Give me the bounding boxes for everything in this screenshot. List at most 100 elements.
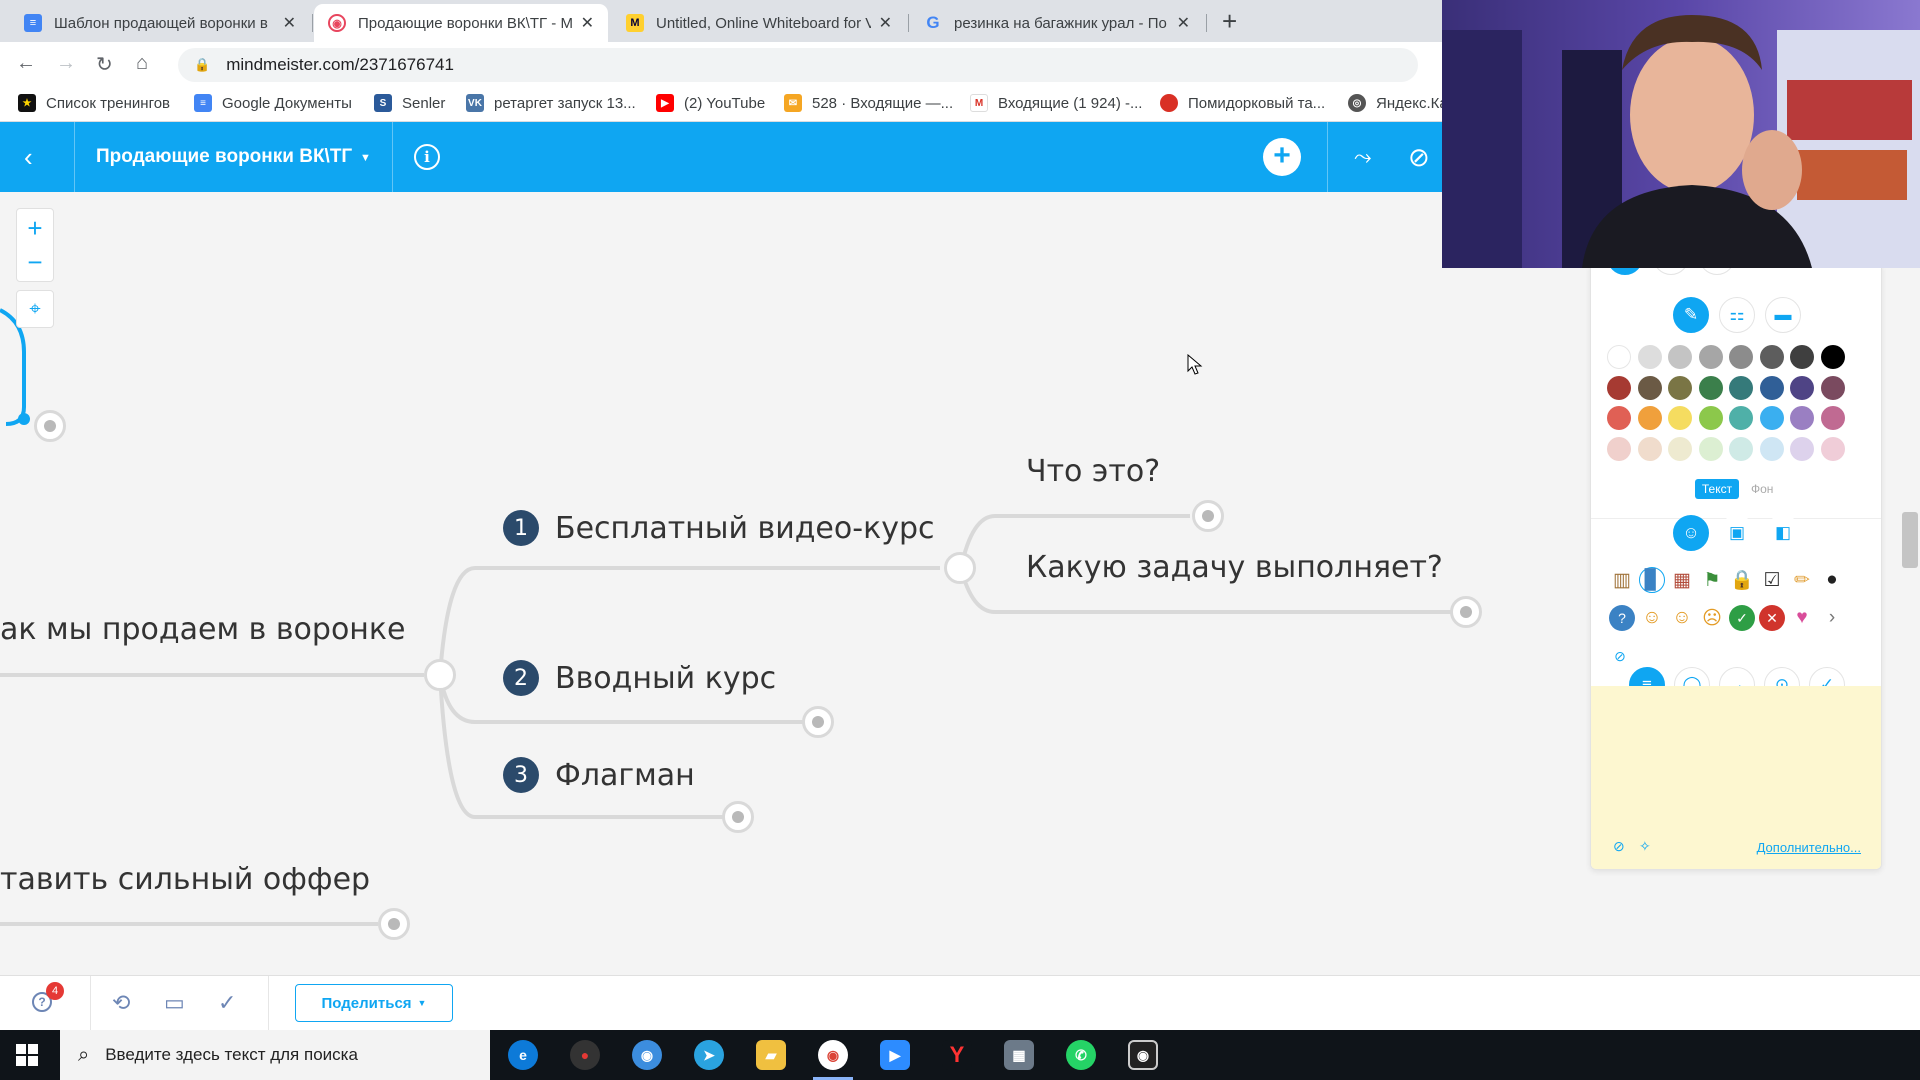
calculator-icon[interactable]: ▦ bbox=[1004, 1040, 1034, 1070]
map-title[interactable]: Продающие воронки ВК\ТГ bbox=[96, 146, 352, 168]
home-icon[interactable]: ⌂ bbox=[136, 52, 148, 75]
heart-icon[interactable]: ♥ bbox=[1789, 605, 1815, 631]
color-swatch[interactable] bbox=[1607, 345, 1631, 369]
color-swatch[interactable] bbox=[1790, 345, 1814, 369]
color-swatch[interactable] bbox=[1668, 375, 1692, 400]
topic-what-is-it[interactable]: Что это? bbox=[1026, 454, 1160, 489]
color-swatch[interactable] bbox=[1698, 406, 1723, 430]
color-swatch[interactable] bbox=[1668, 345, 1692, 369]
color-swatch[interactable] bbox=[1820, 375, 1845, 400]
share-button[interactable]: Поделиться ▼ bbox=[295, 984, 453, 1022]
telegram-icon[interactable]: ➤ bbox=[694, 1040, 724, 1070]
reload-icon[interactable]: ↻ bbox=[96, 52, 113, 77]
cross-icon[interactable]: ✕ bbox=[1759, 605, 1785, 631]
browser-tab-mindmeister[interactable]: ◉ Продающие воронки ВК\ТГ - М ✕ bbox=[314, 4, 608, 42]
zoom-icon[interactable]: ▶ bbox=[880, 1040, 910, 1070]
app-icon[interactable]: ● bbox=[570, 1040, 600, 1070]
color-swatch[interactable] bbox=[1607, 375, 1631, 400]
bookmark-google-docs[interactable]: ≡ Google Документы bbox=[194, 94, 352, 112]
windows-start-icon[interactable] bbox=[16, 1044, 38, 1066]
background-color-tab[interactable]: Фон bbox=[1751, 479, 1773, 499]
info-icon[interactable]: i bbox=[414, 144, 440, 170]
question-icon[interactable]: ? bbox=[1609, 605, 1635, 631]
color-swatch[interactable] bbox=[1790, 436, 1814, 461]
check-icon[interactable]: ✓ bbox=[1729, 605, 1755, 631]
more-options-link[interactable]: Дополнительно... bbox=[1757, 840, 1861, 855]
bookmark-pomodoro[interactable]: Помидорковый та... bbox=[1160, 94, 1325, 112]
color-swatch[interactable] bbox=[1759, 345, 1784, 369]
checkmark-icon[interactable]: ✓ bbox=[218, 990, 236, 1016]
root-topic[interactable]: ак мы продаем в воронке bbox=[0, 612, 406, 647]
branch-topic[interactable]: тавить сильный оффер bbox=[0, 862, 370, 897]
color-swatch[interactable] bbox=[1698, 375, 1723, 400]
text-color-icon[interactable]: ✎ bbox=[1673, 297, 1709, 333]
layout-icon[interactable]: ⤳ bbox=[1354, 144, 1372, 170]
back-chevron-icon[interactable]: ‹ bbox=[24, 142, 33, 173]
browser-tab-google[interactable]: G резинка на багажник урал - По ✕ bbox=[910, 4, 1204, 42]
color-swatch[interactable] bbox=[1729, 375, 1753, 400]
add-topic-button[interactable]: + bbox=[1263, 138, 1301, 176]
color-swatch[interactable] bbox=[1790, 406, 1814, 430]
zoom-in-icon[interactable]: + bbox=[17, 215, 53, 241]
video-tab-icon[interactable]: ◧ bbox=[1765, 515, 1801, 551]
clear-format-icon[interactable]: ⊘ bbox=[1613, 838, 1625, 855]
shape-icon[interactable]: ⚏ bbox=[1719, 297, 1755, 333]
app-icon[interactable]: ◉ bbox=[632, 1040, 662, 1070]
color-swatch[interactable] bbox=[1637, 345, 1662, 369]
color-swatch[interactable] bbox=[1759, 375, 1784, 400]
browser-tab-miro[interactable]: M Untitled, Online Whiteboard for V ✕ bbox=[612, 4, 906, 42]
text-color-tab[interactable]: Текст bbox=[1695, 479, 1739, 499]
bar-chart-icon[interactable]: ▊ bbox=[1639, 567, 1665, 593]
image-tab-icon[interactable]: ▣ bbox=[1719, 515, 1755, 551]
calendar-icon[interactable]: ▦ bbox=[1669, 567, 1695, 593]
close-tab-icon[interactable]: ✕ bbox=[1177, 13, 1190, 33]
caret-down-icon[interactable]: ▼ bbox=[360, 152, 371, 164]
sad-face-icon[interactable]: ☹ bbox=[1699, 605, 1725, 631]
chrome-icon[interactable]: ◉ bbox=[818, 1040, 848, 1070]
color-swatch[interactable] bbox=[1820, 406, 1845, 430]
color-swatch[interactable] bbox=[1820, 345, 1845, 369]
color-swatch[interactable] bbox=[1729, 406, 1753, 430]
no-icon-icon[interactable]: ⊘ bbox=[1607, 643, 1633, 669]
color-swatch[interactable] bbox=[1759, 406, 1784, 430]
forward-arrow-icon[interactable]: → bbox=[56, 52, 76, 75]
bookmark-senler[interactable]: S Senler bbox=[374, 94, 445, 112]
bomb-icon[interactable]: ● bbox=[1819, 567, 1845, 593]
browser-tab-docs[interactable]: ≡ Шаблон продающей воронки в ✕ bbox=[10, 4, 310, 42]
topic-flagship[interactable]: 3 Флагман bbox=[503, 757, 695, 793]
border-icon[interactable]: ▬ bbox=[1765, 297, 1801, 333]
chevron-right-icon[interactable]: › bbox=[1819, 605, 1845, 631]
book-icon[interactable]: ▥ bbox=[1609, 567, 1635, 593]
close-tab-icon[interactable]: ✕ bbox=[879, 13, 892, 33]
yandex-icon[interactable]: Y bbox=[942, 1040, 972, 1070]
color-swatch[interactable] bbox=[1607, 436, 1631, 461]
color-swatch[interactable] bbox=[1729, 436, 1753, 461]
file-explorer-icon[interactable]: ▰ bbox=[756, 1040, 786, 1070]
flag-icon[interactable]: ⚑ bbox=[1699, 567, 1725, 593]
smile-icon[interactable]: ☺ bbox=[1639, 605, 1665, 631]
pencil-icon[interactable]: ✏ bbox=[1789, 567, 1815, 593]
back-arrow-icon[interactable]: ← bbox=[16, 52, 36, 75]
topic-intro-course[interactable]: 2 Вводный курс bbox=[503, 660, 776, 696]
close-tab-icon[interactable]: ✕ bbox=[283, 13, 296, 33]
zoom-out-icon[interactable]: − bbox=[17, 249, 53, 275]
topic-what-task[interactable]: Какую задачу выполняет? bbox=[1026, 550, 1443, 585]
color-swatch[interactable] bbox=[1637, 406, 1662, 430]
address-bar[interactable]: 🔒 mindmeister.com/2371676741 bbox=[178, 48, 1418, 82]
checkbox-icon[interactable]: ☑ bbox=[1759, 567, 1785, 593]
scrollbar-thumb[interactable] bbox=[1902, 512, 1918, 568]
camera-app-icon[interactable]: ◉ bbox=[1128, 1040, 1158, 1070]
close-tab-icon[interactable]: ✕ bbox=[581, 13, 594, 33]
color-swatch[interactable] bbox=[1668, 436, 1692, 461]
color-swatch[interactable] bbox=[1729, 345, 1753, 369]
no-style-icon[interactable]: ⊘ bbox=[1408, 142, 1430, 173]
root-expand-knob[interactable] bbox=[424, 659, 456, 691]
presentation-icon[interactable]: ▭ bbox=[164, 990, 185, 1016]
color-swatch[interactable] bbox=[1668, 406, 1692, 430]
edge-icon[interactable]: e bbox=[508, 1040, 538, 1070]
whatsapp-icon[interactable]: ✆ bbox=[1066, 1040, 1096, 1070]
history-icon[interactable]: ⟲ bbox=[112, 990, 130, 1016]
color-swatch[interactable] bbox=[1698, 436, 1723, 461]
color-swatch[interactable] bbox=[1607, 406, 1631, 430]
bookmark-youtube[interactable]: ▶ (2) YouTube bbox=[656, 94, 765, 112]
